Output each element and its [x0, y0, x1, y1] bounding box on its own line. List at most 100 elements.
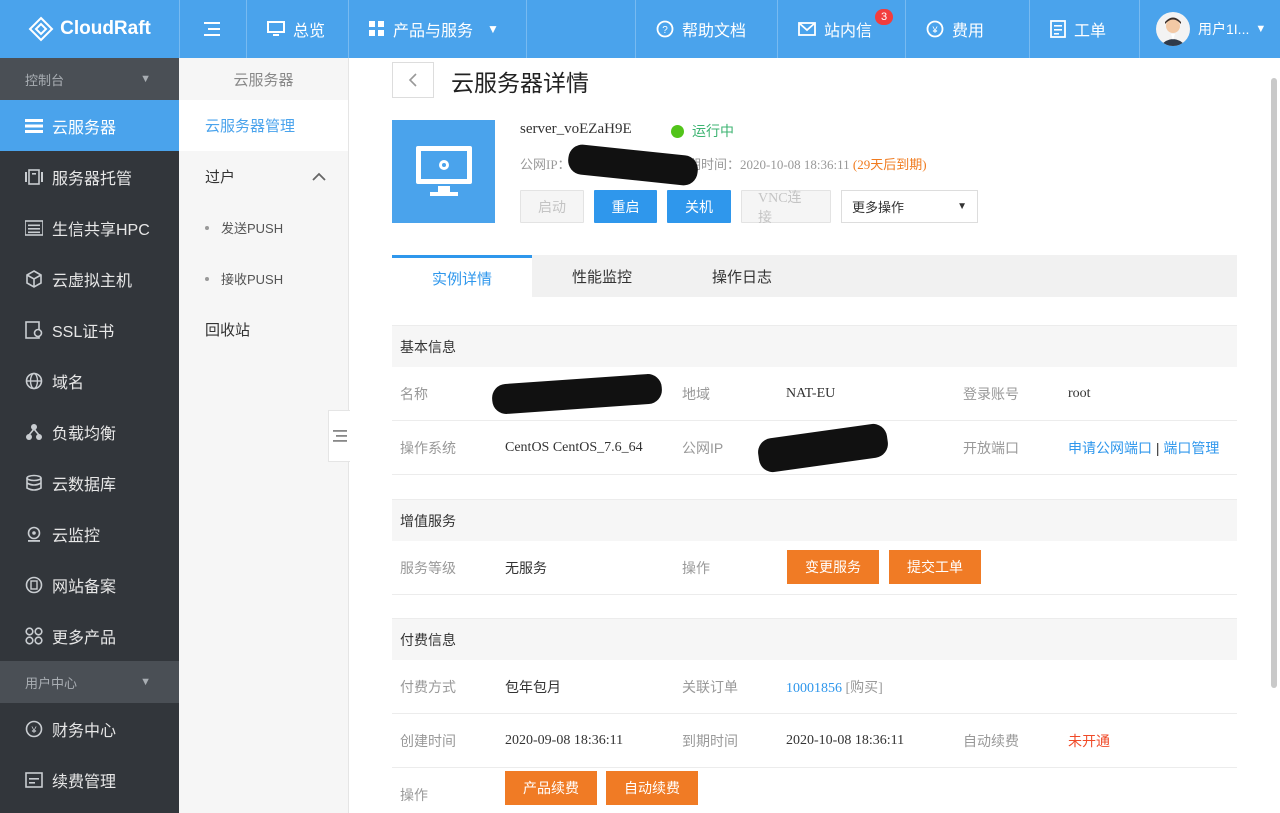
top-bar: CloudRaft 总览 产品与服务 ▼ ? 帮助文档 站内信 3 ¥ 费用 工…: [0, 0, 1280, 58]
sidebar-item-more-products[interactable]: 更多产品: [0, 610, 179, 661]
bullet-icon: [205, 225, 209, 230]
status-label: 运行中: [692, 123, 734, 139]
sidebar-item-ssl[interactable]: SSL证书: [0, 304, 179, 355]
sidebar-item-cloud-server[interactable]: 云服务器: [0, 100, 179, 151]
order-link[interactable]: 10001856: [786, 681, 842, 696]
main-content: 云服务器详情 server_voEZaH9E 运行中 公网IP： 到期时间：20…: [350, 58, 1280, 813]
created-value: 2020-09-08 18:36:11: [505, 732, 624, 748]
redaction-mark: [756, 422, 890, 474]
order-buy-link[interactable]: [购买]: [846, 681, 883, 696]
sidebar-item-database[interactable]: 云数据库: [0, 457, 179, 508]
table-row: 创建时间 2020-09-08 18:36:11 到期时间 2020-10-08…: [392, 714, 1237, 768]
subnav-item-manage[interactable]: 云服务器管理: [179, 100, 348, 151]
sidebar-item-monitor[interactable]: 云监控: [0, 508, 179, 559]
table-row: 操作系统 CentOS CentOS_7.6_64 公网IP 开放端口 申请公网…: [392, 421, 1237, 475]
vnc-button[interactable]: VNC连接: [741, 190, 831, 226]
computer-icon: [415, 145, 472, 196]
subnav-item-label: 过户: [205, 169, 236, 186]
sidebar-section-console[interactable]: 控制台 ▼: [0, 58, 179, 100]
public-ip-label: 公网IP: [682, 439, 724, 456]
sidebar-item-finance[interactable]: ¥ 财务中心: [0, 703, 179, 754]
payment-method-label: 付费方式: [400, 678, 456, 695]
table-row: 服务等级 无服务 操作 变更服务 提交工单: [392, 541, 1237, 595]
tab-performance[interactable]: 性能监控: [532, 255, 672, 297]
subnav-item-label: 发送PUSH: [221, 221, 284, 236]
created-label: 创建时间: [400, 732, 456, 749]
rack-icon: [24, 168, 44, 185]
sidebar-item-domain[interactable]: 域名: [0, 355, 179, 406]
user-name: 用户1I...: [1198, 21, 1250, 37]
shutdown-button[interactable]: 关机: [667, 190, 731, 223]
globe-icon: [24, 372, 44, 390]
menu-toggle-button[interactable]: [180, 0, 247, 58]
nav-messages-label: 站内信: [824, 23, 873, 40]
balance-icon: [24, 423, 44, 441]
restart-button[interactable]: 重启: [594, 190, 657, 223]
start-button[interactable]: 启动: [520, 190, 584, 223]
expire-value: 2020-10-08 18:36:11: [740, 157, 850, 172]
menu-icon: [332, 430, 347, 442]
sidebar-item-record[interactable]: 网站备案: [0, 559, 179, 610]
operation-label: 操作: [682, 559, 710, 576]
nav-billing-label: 费用: [952, 23, 985, 40]
more-actions-label: 更多操作: [852, 200, 905, 215]
nav-products[interactable]: 产品与服务 ▼: [349, 0, 527, 58]
tab-instance-details[interactable]: 实例详情: [392, 255, 532, 298]
svg-text:?: ?: [662, 25, 668, 36]
expire-label: 到期时间: [682, 732, 738, 749]
nav-tickets[interactable]: 工单: [1030, 0, 1140, 58]
caret-down-icon: ▼: [1255, 23, 1267, 35]
nav-billing[interactable]: ¥ 费用: [906, 0, 1030, 58]
renew-product-button[interactable]: 产品续费: [505, 771, 597, 805]
nav-help[interactable]: ? 帮助文档: [636, 0, 778, 58]
nav-messages[interactable]: 站内信 3: [778, 0, 906, 58]
auto-renew-button[interactable]: 自动续费: [606, 771, 698, 805]
port-links: 申请公网端口 | 端口管理: [1068, 438, 1219, 458]
subnav-item-send-push[interactable]: 发送PUSH: [179, 202, 348, 253]
subnav-item-label: 云服务器管理: [205, 118, 296, 135]
collapse-subnav-button[interactable]: [328, 410, 350, 462]
menu-icon: [204, 22, 220, 36]
operation-label: 操作: [400, 787, 428, 803]
sidebar-item-load-balance[interactable]: 负载均衡: [0, 406, 179, 457]
subnav-item-transfer[interactable]: 过户: [179, 151, 348, 202]
sidebar-item-label: 续费管理: [52, 773, 117, 791]
port-manage-link[interactable]: 端口管理: [1163, 440, 1219, 456]
sidebar-item-label: 网站备案: [52, 578, 117, 596]
nav-overview[interactable]: 总览: [247, 0, 349, 58]
basic-info-section: 基本信息 名称 地域 NAT-EU 登录账号 root 操作系统 CentOS …: [392, 325, 1237, 475]
back-button[interactable]: [392, 62, 434, 98]
section-title: 付费信息: [392, 618, 1237, 660]
sub-nav-title: 云服务器: [233, 71, 294, 89]
section-title: 基本信息: [392, 325, 1237, 367]
caret-down-icon: ▼: [957, 201, 967, 212]
apply-port-link[interactable]: 申请公网端口: [1068, 440, 1152, 456]
login-value: root: [1068, 385, 1091, 401]
change-service-button[interactable]: 变更服务: [787, 550, 879, 584]
nav-tickets-label: 工单: [1074, 23, 1107, 40]
more-actions-select[interactable]: 更多操作 ▼: [841, 190, 978, 223]
subnav-item-receive-push[interactable]: 接收PUSH: [179, 253, 348, 304]
order-cell: 10001856 [购买]: [786, 677, 883, 697]
submit-ticket-button[interactable]: 提交工单: [889, 550, 981, 584]
tab-operation-log[interactable]: 操作日志: [672, 255, 812, 297]
order-label: 关联订单: [682, 678, 738, 695]
sidebar-item-hpc[interactable]: 生信共享HPC: [0, 202, 179, 253]
sidebar-item-renew[interactable]: 续费管理: [0, 754, 179, 805]
public-ip-label: 公网IP：: [520, 157, 571, 172]
sidebar-item-label: 云虚拟主机: [52, 272, 133, 290]
sidebar-section-label: 控制台: [25, 72, 65, 88]
user-menu[interactable]: 用户1I... ▼: [1140, 0, 1280, 58]
status-dot-icon: [671, 124, 684, 138]
os-value: CentOS CentOS_7.6_64: [505, 439, 643, 455]
logo[interactable]: CloudRaft: [0, 0, 180, 58]
subnav-item-recycle[interactable]: 回收站: [179, 304, 348, 355]
sidebar-item-label: 云监控: [52, 527, 101, 545]
table-row: 操作 产品续费 自动续费: [392, 768, 1237, 813]
sidebar-item-hosting[interactable]: 服务器托管: [0, 151, 179, 202]
value-added-section: 增值服务 服务等级 无服务 操作 变更服务 提交工单: [392, 499, 1237, 595]
scrollbar[interactable]: [1271, 78, 1277, 688]
sidebar-section-user-center[interactable]: 用户中心 ▼: [0, 661, 179, 703]
payment-section: 付费信息 付费方式 包年包月 关联订单 10001856 [购买] 创建时间 2…: [392, 618, 1237, 813]
sidebar-item-virtual-host[interactable]: 云虚拟主机: [0, 253, 179, 304]
